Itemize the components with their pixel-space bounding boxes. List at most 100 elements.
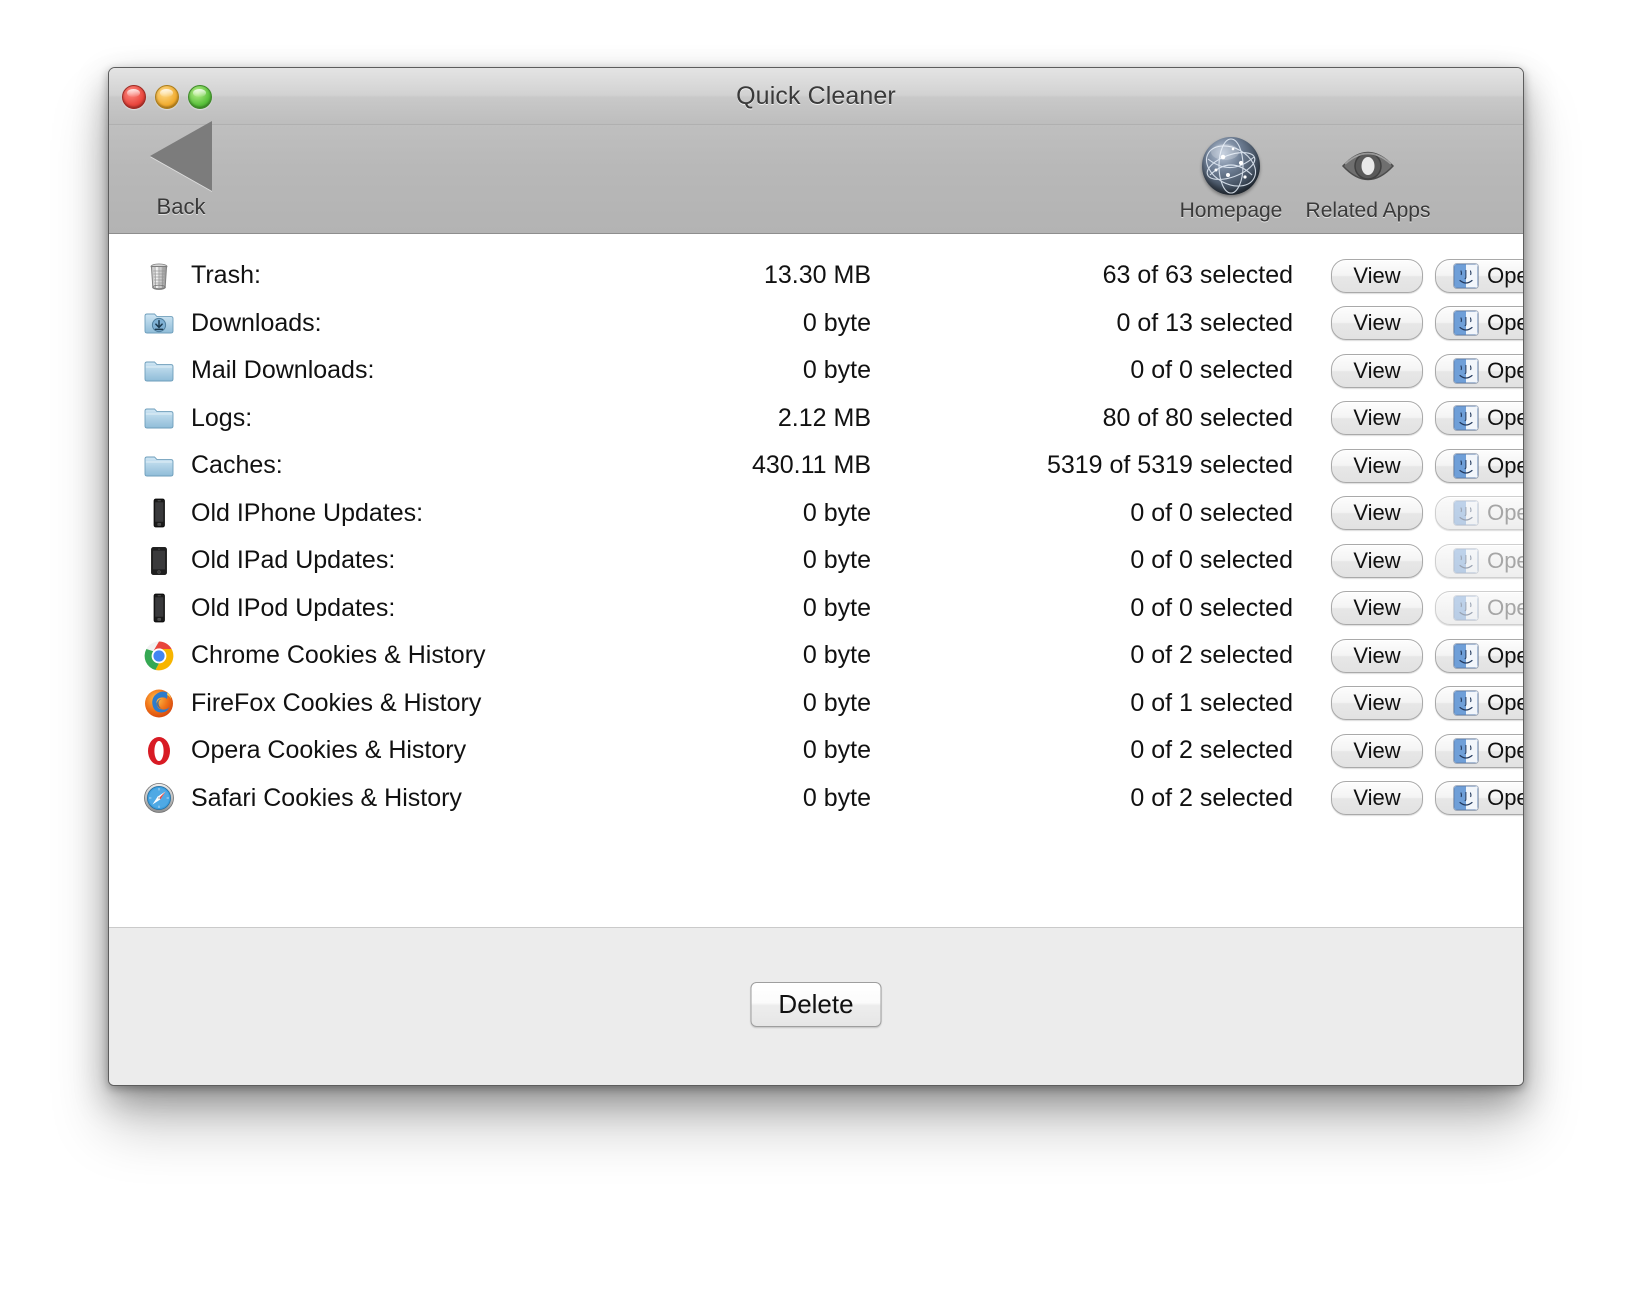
row-name: Old IPhone Updates:	[191, 498, 424, 527]
view-button[interactable]: View	[1331, 638, 1423, 673]
ipad-icon	[142, 544, 176, 578]
open-button-label: Open	[1487, 357, 1523, 383]
row-icon-cell	[137, 686, 181, 720]
row-actions: View Open	[1331, 543, 1523, 578]
view-button[interactable]: View	[1331, 496, 1423, 531]
row-icon-cell	[137, 591, 181, 625]
row-actions: View Open	[1331, 638, 1523, 673]
view-button[interactable]: View	[1331, 686, 1423, 721]
open-button-label: Open	[1487, 737, 1523, 763]
row-size: 0 byte	[802, 593, 871, 622]
open-button[interactable]: Open	[1435, 258, 1523, 293]
row-name: Trash:	[191, 261, 261, 290]
table-row[interactable]: Old IPhone Updates: 0 byte 0 of 0 select…	[109, 490, 1523, 538]
row-size: 0 byte	[802, 736, 871, 765]
row-actions: View Open	[1331, 686, 1523, 721]
folder-icon	[142, 449, 176, 483]
finder-icon	[1454, 453, 1479, 478]
row-selection-count: 0 of 1 selected	[1130, 688, 1293, 717]
table-row[interactable]: Trash: 13.30 MB 63 of 63 selected View O…	[109, 252, 1523, 300]
open-button[interactable]: Open	[1435, 686, 1523, 721]
row-icon-cell	[137, 734, 181, 768]
row-selection-count: 0 of 0 selected	[1130, 498, 1293, 527]
homepage-button[interactable]: Homepage	[1156, 137, 1306, 223]
open-button[interactable]: Open	[1435, 306, 1523, 341]
related-apps-button[interactable]: Related Apps	[1293, 137, 1443, 223]
table-row[interactable]: Chrome Cookies & History 0 byte 0 of 2 s…	[109, 632, 1523, 680]
finder-icon	[1454, 501, 1479, 526]
row-selection-count: 0 of 2 selected	[1130, 736, 1293, 765]
open-button-label: Open	[1487, 690, 1523, 716]
row-name: Opera Cookies & History	[191, 736, 467, 765]
view-button[interactable]: View	[1331, 733, 1423, 768]
row-selection-count: 5319 of 5319 selected	[1046, 451, 1293, 480]
row-size: 0 byte	[802, 356, 871, 385]
row-icon-cell	[137, 306, 181, 340]
open-button[interactable]: Open	[1435, 733, 1523, 768]
finder-icon	[1454, 548, 1479, 573]
table-row[interactable]: Opera Cookies & History 0 byte 0 of 2 se…	[109, 727, 1523, 775]
folder-icon	[142, 354, 176, 388]
table-row[interactable]: Safari Cookies & History 0 byte 0 of 2 s…	[109, 775, 1523, 823]
finder-icon	[1454, 263, 1479, 288]
open-button-label: Open	[1487, 310, 1523, 336]
back-button-label: Back	[156, 194, 206, 219]
open-button[interactable]: Open	[1435, 781, 1523, 816]
row-icon-cell	[137, 496, 181, 530]
folder-icon	[142, 401, 176, 435]
back-arrow-icon	[150, 121, 212, 191]
view-button[interactable]: View	[1331, 258, 1423, 293]
downloads-folder-icon	[142, 306, 176, 340]
row-actions: View Open	[1331, 591, 1523, 626]
table-row[interactable]: Old IPad Updates: 0 byte 0 of 0 selected…	[109, 537, 1523, 585]
title-bar: Quick Cleaner	[109, 68, 1523, 125]
open-button: Open	[1435, 543, 1523, 578]
row-name: Old IPad Updates:	[191, 546, 396, 575]
table-row[interactable]: Old IPod Updates: 0 byte 0 of 0 selected…	[109, 585, 1523, 633]
back-button[interactable]: Back	[121, 121, 241, 220]
iphone-icon	[142, 496, 176, 530]
table-row[interactable]: Caches: 430.11 MB 5319 of 5319 selected …	[109, 442, 1523, 490]
open-button-label: Open	[1487, 452, 1523, 478]
row-selection-count: 0 of 0 selected	[1130, 546, 1293, 575]
view-button[interactable]: View	[1331, 591, 1423, 626]
view-button[interactable]: View	[1331, 781, 1423, 816]
open-button-label: Open	[1487, 405, 1523, 431]
row-selection-count: 0 of 0 selected	[1130, 593, 1293, 622]
row-selection-count: 0 of 0 selected	[1130, 356, 1293, 385]
open-button[interactable]: Open	[1435, 353, 1523, 388]
row-name: FireFox Cookies & History	[191, 688, 482, 717]
view-button[interactable]: View	[1331, 448, 1423, 483]
finder-icon	[1454, 358, 1479, 383]
table-row[interactable]: Downloads: 0 byte 0 of 13 selected View …	[109, 300, 1523, 348]
cleanup-items-list: Trash: 13.30 MB 63 of 63 selected View O…	[109, 234, 1523, 927]
opera-icon	[142, 734, 176, 768]
open-button[interactable]: Open	[1435, 448, 1523, 483]
open-button[interactable]: Open	[1435, 638, 1523, 673]
row-name: Old IPod Updates:	[191, 593, 396, 622]
table-row[interactable]: Mail Downloads: 0 byte 0 of 0 selected V…	[109, 347, 1523, 395]
delete-button[interactable]: Delete	[750, 982, 882, 1027]
finder-icon	[1454, 738, 1479, 763]
row-name: Caches:	[191, 451, 283, 480]
footer-bar: Delete	[109, 927, 1523, 1085]
table-row[interactable]: FireFox Cookies & History 0 byte 0 of 1 …	[109, 680, 1523, 728]
row-icon-cell	[137, 781, 181, 815]
view-button[interactable]: View	[1331, 306, 1423, 341]
row-actions: View Open	[1331, 448, 1523, 483]
open-button[interactable]: Open	[1435, 401, 1523, 436]
finder-icon	[1454, 643, 1479, 668]
row-icon-cell	[137, 544, 181, 578]
view-button[interactable]: View	[1331, 543, 1423, 578]
row-name: Mail Downloads:	[191, 356, 375, 385]
related-apps-label: Related Apps	[1305, 199, 1431, 222]
row-selection-count: 0 of 13 selected	[1116, 308, 1293, 337]
view-button[interactable]: View	[1331, 401, 1423, 436]
row-size: 0 byte	[802, 498, 871, 527]
toolbar: Back Homepage Related Apps	[109, 121, 1523, 234]
row-actions: View Open	[1331, 353, 1523, 388]
view-button[interactable]: View	[1331, 353, 1423, 388]
table-row[interactable]: Logs: 2.12 MB 80 of 80 selected View Ope…	[109, 395, 1523, 443]
open-button-label: Open	[1487, 547, 1523, 573]
row-size: 0 byte	[802, 546, 871, 575]
